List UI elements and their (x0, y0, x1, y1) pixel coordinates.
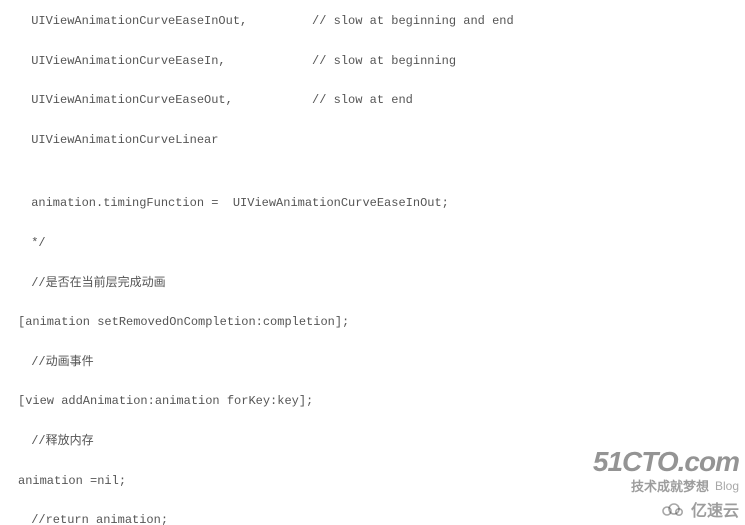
code-block: UIViewAnimationCurveEaseInOut, // slow a… (0, 0, 745, 525)
code-line: animation.timingFunction = UIViewAnimati… (18, 196, 727, 212)
code-line: UIViewAnimationCurveEaseIn, // slow at b… (18, 54, 727, 70)
code-comment: //return animation; (18, 513, 727, 525)
code-line: [view addAnimation:animation forKey:key]… (18, 394, 727, 410)
code-line: UIViewAnimationCurveLinear (18, 133, 727, 149)
code-comment: //释放内存 (18, 434, 727, 450)
code-line: UIViewAnimationCurveEaseOut, // slow at … (18, 93, 727, 109)
code-line: */ (18, 236, 727, 252)
code-line: UIViewAnimationCurveEaseInOut, // slow a… (18, 14, 727, 30)
code-comment: //动画事件 (18, 355, 727, 371)
code-line: [animation setRemovedOnCompletion:comple… (18, 315, 727, 331)
code-comment: //是否在当前层完成动画 (18, 276, 727, 292)
code-line: animation =nil; (18, 474, 727, 490)
